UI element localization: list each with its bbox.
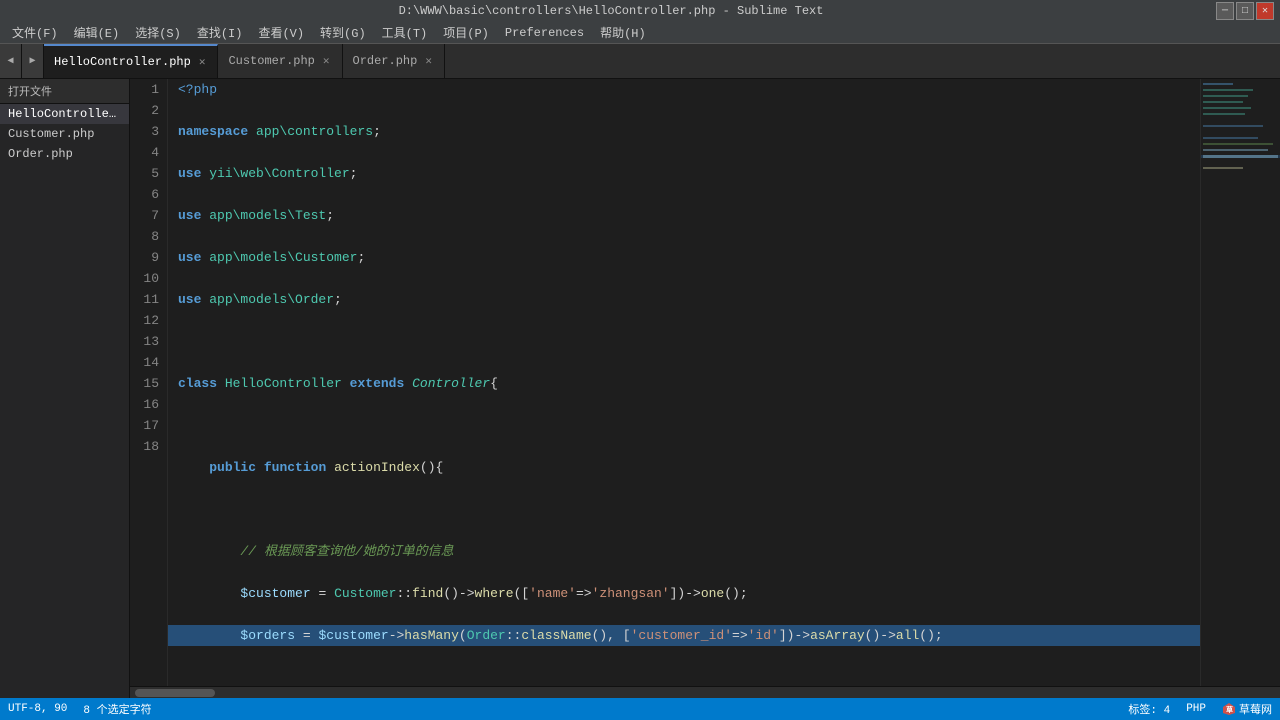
window-controls: ─ □ ✕ (1216, 2, 1274, 20)
menu-find[interactable]: 查找(I) (189, 22, 251, 43)
menu-goto[interactable]: 转到(G) (312, 22, 374, 43)
code-container[interactable]: 1 2 3 4 5 6 7 8 9 10 11 12 13 14 15 16 1… (130, 79, 1280, 686)
tab-order-label: Order.php (353, 54, 418, 68)
maximize-button[interactable]: □ (1236, 2, 1254, 20)
main-layout: 打开文件 HelloController.php Customer.php Or… (0, 79, 1280, 698)
scrollbar-thumb[interactable] (135, 689, 215, 697)
tab-order-close[interactable]: ✕ (423, 54, 434, 68)
tab-customer[interactable]: Customer.php ✕ (218, 44, 342, 78)
editor-area: 1 2 3 4 5 6 7 8 9 10 11 12 13 14 15 16 1… (130, 79, 1280, 698)
status-line-col: 标签: 4 (1128, 701, 1170, 717)
tab-prev-button[interactable]: ◀ (0, 44, 22, 78)
close-button[interactable]: ✕ (1256, 2, 1274, 20)
svg-text:草: 草 (1226, 705, 1233, 715)
sidebar-file-customer[interactable]: Customer.php (0, 124, 129, 144)
sidebar: 打开文件 HelloController.php Customer.php Or… (0, 79, 130, 698)
horizontal-scrollbar[interactable] (130, 686, 1280, 698)
sidebar-file-order[interactable]: Order.php (0, 144, 129, 164)
tab-bar: ◀ ▶ HelloController.php ✕ Customer.php ✕… (0, 44, 1280, 79)
menu-help[interactable]: 帮助(H) (592, 22, 654, 43)
status-brand: 草 草莓网 (1222, 701, 1272, 717)
tab-hellocontroller[interactable]: HelloController.php ✕ (44, 44, 218, 78)
menu-edit[interactable]: 编辑(E) (66, 22, 128, 43)
tab-hellocontroller-close[interactable]: ✕ (197, 55, 208, 69)
tab-order[interactable]: Order.php ✕ (343, 44, 445, 78)
tab-next-button[interactable]: ▶ (22, 44, 44, 78)
status-selection: 8 个选定字符 (83, 701, 151, 717)
minimap-visual (1201, 79, 1280, 479)
code-editor[interactable]: <?php namespace app\controllers; use yii… (168, 79, 1200, 686)
minimize-button[interactable]: ─ (1216, 2, 1234, 20)
brand-icon: 草 (1222, 702, 1236, 716)
minimap (1200, 79, 1280, 686)
tab-hellocontroller-label: HelloController.php (54, 55, 191, 69)
line-numbers: 1 2 3 4 5 6 7 8 9 10 11 12 13 14 15 16 1… (130, 79, 168, 686)
menu-preferences[interactable]: Preferences (497, 24, 592, 42)
menu-bar: 文件(F) 编辑(E) 选择(S) 查找(I) 查看(V) 转到(G) 工具(T… (0, 22, 1280, 44)
sidebar-header: 打开文件 (0, 79, 129, 104)
sidebar-file-hello[interactable]: HelloController.php (0, 104, 129, 124)
menu-select[interactable]: 选择(S) (127, 22, 189, 43)
menu-tools[interactable]: 工具(T) (374, 22, 436, 43)
status-right: 标签: 4 PHP 草 草莓网 (1128, 701, 1272, 717)
tab-customer-label: Customer.php (228, 54, 314, 68)
status-bar: UTF-8, 90 8 个选定字符 标签: 4 PHP 草 草莓网 (0, 698, 1280, 720)
menu-file[interactable]: 文件(F) (4, 22, 66, 43)
status-language: PHP (1186, 703, 1206, 715)
window-title: D:\WWW\basic\controllers\HelloController… (6, 4, 1216, 18)
menu-project[interactable]: 项目(P) (435, 22, 497, 43)
menu-view[interactable]: 查看(V) (250, 22, 312, 43)
status-encoding: UTF-8, 90 (8, 703, 67, 715)
title-bar: D:\WWW\basic\controllers\HelloController… (0, 0, 1280, 22)
tab-customer-close[interactable]: ✕ (321, 54, 332, 68)
status-left: UTF-8, 90 8 个选定字符 (8, 701, 152, 717)
